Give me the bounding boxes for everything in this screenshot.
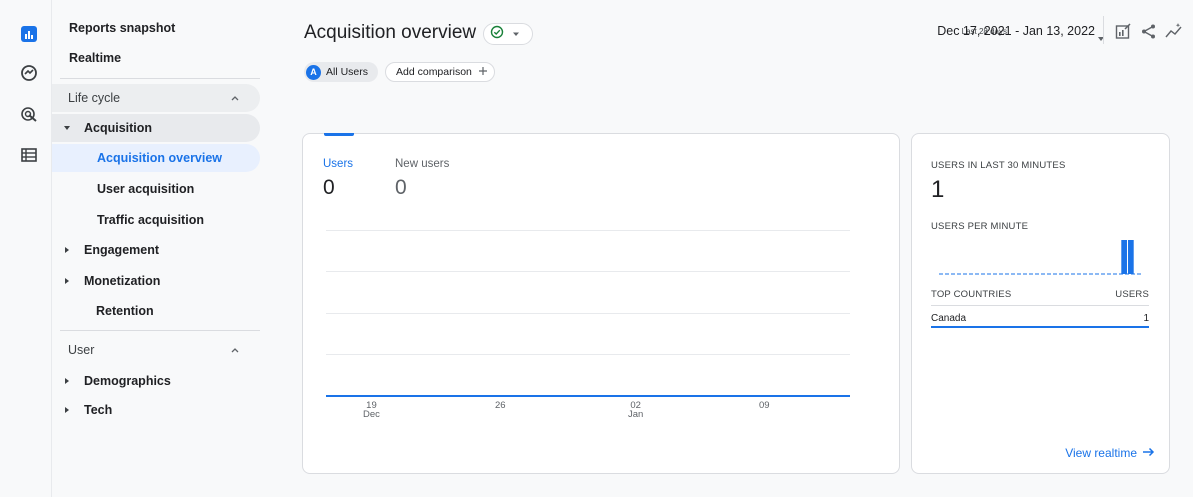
header-divider (1103, 16, 1104, 44)
x-tick-label: 19 Dec (363, 400, 380, 420)
realtime-card: USERS IN LAST 30 MINUTES 1 USERS PER MIN… (911, 133, 1170, 474)
metric-value-new-users: 0 (395, 176, 407, 199)
customize-report-icon[interactable] (1114, 22, 1132, 40)
comparison-chip-all-users[interactable]: A All Users (304, 62, 378, 82)
chart-series-line-users (326, 395, 850, 397)
caret-right-icon (62, 246, 72, 254)
country-name: Canada (931, 313, 967, 324)
users-per-minute-label: USERS PER MINUTE (931, 221, 1029, 232)
arrow-right-icon (1143, 446, 1155, 460)
analytics-app: Reports snapshot Realtime Life cycle Acq… (0, 0, 1193, 497)
metric-value-users: 0 (323, 176, 335, 199)
check-circle-icon (490, 25, 504, 44)
chevron-up-icon (230, 344, 240, 358)
add-comparison-label: Add comparison (396, 66, 472, 78)
sidebar-item-engagement[interactable]: Engagement (52, 236, 260, 264)
table-divider (931, 305, 1149, 306)
configure-icon[interactable] (18, 144, 40, 166)
country-users-value: 1 (1143, 313, 1149, 324)
per-minute-bar (1128, 240, 1134, 274)
users-column-label: USERS (1115, 289, 1149, 300)
x-tick-label: 09 (759, 400, 770, 411)
country-users-bar (931, 326, 1149, 328)
section-lifecycle[interactable]: Life cycle (52, 84, 260, 112)
sidebar-item-reports-snapshot[interactable]: Reports snapshot (69, 14, 175, 42)
chart-gridline (326, 271, 850, 272)
report-status-dropdown[interactable] (483, 23, 533, 45)
top-countries-label: TOP COUNTRIES (931, 289, 1012, 300)
sidebar-item-retention[interactable]: Retention (52, 297, 260, 325)
caret-right-icon (62, 406, 72, 414)
metric-tab-new-users[interactable]: New users (395, 158, 449, 170)
section-lifecycle-label: Life cycle (68, 91, 121, 105)
realtime-users-value: 1 (931, 176, 945, 203)
share-icon[interactable] (1139, 22, 1157, 40)
x-tick-label: 02 Jan (628, 400, 644, 420)
date-range-picker[interactable]: Dec 17, 2021 - Jan 13, 2022 (937, 24, 1095, 38)
active-tab-indicator (324, 133, 354, 136)
page-title: Acquisition overview (304, 22, 477, 43)
per-minute-bar (1121, 240, 1127, 274)
acquisition-chart-card: Users 0 New users 0 19 Dec 26 02 Jan 09 (302, 133, 900, 474)
sidebar-item-demographics[interactable]: Demographics (52, 367, 260, 395)
sidebar-item-acquisition-overview[interactable]: Acquisition overview (52, 144, 260, 172)
sidebar-divider (60, 78, 260, 79)
chevron-up-icon (230, 92, 240, 106)
view-realtime-label: View realtime (1065, 446, 1137, 460)
caret-down-icon (62, 124, 72, 132)
view-realtime-link[interactable]: View realtime (1065, 446, 1155, 460)
main-content: Acquisition overview Last 28 days Dec 17… (262, 0, 1193, 497)
explore-icon[interactable] (18, 62, 40, 84)
chart-gridline (326, 313, 850, 314)
plus-icon (478, 66, 488, 79)
section-user-label: User (68, 343, 95, 357)
add-comparison-button[interactable]: Add comparison (385, 62, 495, 82)
section-user[interactable]: User (52, 336, 260, 364)
sidebar-item-realtime[interactable]: Realtime (69, 44, 121, 72)
caret-right-icon (62, 377, 72, 385)
chart-gridline (326, 230, 850, 231)
sidebar-divider (60, 330, 260, 331)
caret-right-icon (62, 277, 72, 285)
sidebar-item-monetization-label: Monetization (84, 274, 161, 288)
metric-tab-users[interactable]: Users (323, 158, 353, 170)
sidebar-item-user-acquisition[interactable]: User acquisition (52, 175, 260, 203)
realtime-users-label: USERS IN LAST 30 MINUTES (931, 160, 1066, 171)
sidebar-item-acquisition-label: Acquisition (84, 121, 153, 135)
sidebar-item-acquisition[interactable]: Acquisition (52, 114, 260, 142)
reports-icon[interactable] (18, 23, 40, 45)
comparison-chip-label: All Users (326, 66, 369, 78)
avatar: A (306, 64, 321, 80)
users-per-minute-chart (939, 240, 1141, 275)
caret-down-icon (512, 25, 520, 43)
x-tick-label: 26 (495, 400, 506, 411)
insights-icon[interactable] (1165, 22, 1183, 40)
sidebar-item-traffic-acquisition[interactable]: Traffic acquisition (52, 206, 260, 234)
sidebar-item-tech[interactable]: Tech (52, 396, 260, 424)
sidebar-item-engagement-label: Engagement (84, 243, 160, 257)
chart-gridline (326, 354, 850, 355)
sidebar-item-tech-label: Tech (84, 403, 113, 417)
sidebar: Reports snapshot Realtime Life cycle Acq… (52, 0, 262, 497)
icon-rail (0, 0, 52, 497)
sidebar-item-demographics-label: Demographics (84, 374, 171, 388)
advertising-icon[interactable] (18, 104, 40, 126)
sidebar-item-monetization[interactable]: Monetization (52, 267, 260, 295)
